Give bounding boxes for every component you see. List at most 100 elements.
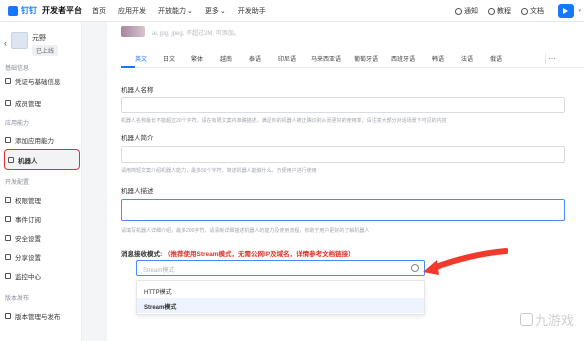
active-tab-indicator xyxy=(121,66,135,68)
book-icon xyxy=(488,7,495,15)
robot-avatar-preview xyxy=(121,26,145,37)
clock-icon xyxy=(411,264,419,272)
sidebar-item-security[interactable]: 安全设置 xyxy=(5,233,41,243)
mode-label-text: 消息接收模式: xyxy=(121,251,163,258)
nav-open-ability-label: 开放能力 xyxy=(158,7,186,15)
sidebar-item-add-ability[interactable]: 添加应用能力 xyxy=(5,135,54,145)
app-icon xyxy=(11,32,28,49)
top-right-tools: 通知 教程 文档 xyxy=(455,0,544,22)
sidebar-item-label: 版本管理与发布 xyxy=(15,314,61,321)
dingtalk-logo-icon xyxy=(8,5,18,16)
section-app-ability: 应用能力 xyxy=(5,121,30,127)
bell-icon xyxy=(455,7,462,15)
watermark-logo-icon xyxy=(519,313,533,326)
option-stream-mode[interactable]: Stream模式 xyxy=(137,298,424,313)
nav-app-dev[interactable]: 应用开发 xyxy=(118,6,146,16)
tab-malay[interactable]: 马来西亚语 xyxy=(311,54,341,63)
logo[interactable]: 钉钉 开发者平台 xyxy=(8,5,82,16)
back-arrow-icon[interactable]: ‹ xyxy=(4,38,7,48)
lock-icon xyxy=(5,197,11,203)
name-label: 机器人名称 xyxy=(121,87,154,94)
app-name: 元野 xyxy=(32,35,46,42)
select-placeholder: Stream模式 xyxy=(143,268,175,274)
sidebar-item-label: 成员管理 xyxy=(15,101,41,108)
sidebar-item-label: 权限管理 xyxy=(15,198,41,205)
robot-intro-input[interactable] xyxy=(121,146,565,163)
chevron-down-icon[interactable]: ▾ xyxy=(578,8,581,14)
tab-english[interactable]: 英文 xyxy=(135,54,147,63)
tab-traditional[interactable]: 繁体 xyxy=(191,54,203,63)
sidebar-item-label: 事件订阅 xyxy=(15,217,41,224)
app-info: 元野 已上线 xyxy=(32,32,59,56)
app-header: ‹ 元野 已上线 xyxy=(4,32,59,56)
tab-portuguese[interactable]: 葡萄牙语 xyxy=(354,54,378,63)
document-icon xyxy=(521,7,528,15)
status-badge: 已上线 xyxy=(32,45,59,56)
section-basic: 基础信息 xyxy=(5,66,30,72)
share-icon xyxy=(5,254,11,260)
logo-text: 钉钉 xyxy=(21,6,37,15)
docs-button[interactable]: 文档 xyxy=(521,6,544,16)
sidebar-item-share[interactable]: 分享设置 xyxy=(5,252,41,262)
sidebar-item-label: 安全设置 xyxy=(15,236,41,243)
upload-hint: ai, jpg, jpeg, 不超过2M, 可添加。 xyxy=(152,31,240,37)
tab-indonesian[interactable]: 印尼语 xyxy=(278,54,296,63)
sidebar-item-label: 监控中心 xyxy=(15,274,41,281)
notify-button[interactable]: 通知 xyxy=(455,6,478,16)
desc-label: 机器人描述 xyxy=(121,188,154,195)
message-mode-select[interactable]: Stream模式 xyxy=(136,260,425,276)
name-hint: 机器人名称最长不能超过20个字符，请在有限文案内准确描述，满足你的机器人被正确识… xyxy=(121,118,447,124)
main-nav: 首页 应用开发 开放能力⌄ 更多⌄ 开发助手 xyxy=(92,6,266,16)
key-icon xyxy=(5,78,11,84)
tab-korean[interactable]: 韩语 xyxy=(432,54,444,63)
tab-french[interactable]: 法语 xyxy=(461,54,473,63)
plus-square-icon xyxy=(5,137,11,143)
top-nav-bar: 钉钉 开发者平台 首页 应用开发 开放能力⌄ 更多⌄ 开发助手 通知 教程 文档… xyxy=(0,0,584,22)
tab-japanese[interactable]: 日文 xyxy=(163,54,175,63)
tab-russian[interactable]: 俄语 xyxy=(490,54,502,63)
monitor-icon xyxy=(5,273,11,279)
sidebar-item-label: 分享设置 xyxy=(15,255,41,262)
option-http-mode[interactable]: HTTP模式 xyxy=(137,283,424,298)
shield-icon xyxy=(5,235,11,241)
mode-hint: （推荐使用Stream模式，无需公网IP及域名，详情参考文档链接） xyxy=(163,251,355,258)
nav-open-ability[interactable]: 开放能力⌄ xyxy=(158,6,193,16)
tab-vietnamese[interactable]: 越南 xyxy=(220,54,232,63)
robot-description-textarea[interactable] xyxy=(121,199,565,221)
tab-spanish[interactable]: 西班牙语 xyxy=(391,54,415,63)
user-icon xyxy=(5,100,11,106)
sidebar-item-robot[interactable]: 机器人 xyxy=(4,149,80,170)
sidebar-item-permissions[interactable]: 权限管理 xyxy=(5,195,41,205)
sidebar-item-release[interactable]: 版本管理与发布 xyxy=(5,311,61,321)
nav-more-label: 更多 xyxy=(204,7,219,15)
sidebar-item-monitor[interactable]: 监控中心 xyxy=(5,271,41,281)
intro-label: 机器人简介 xyxy=(121,135,154,142)
section-version: 版本发布 xyxy=(5,296,30,302)
sidebar-item-events[interactable]: 事件订阅 xyxy=(5,214,41,224)
tutorial-button[interactable]: 教程 xyxy=(488,6,511,16)
bolt-icon xyxy=(5,216,11,222)
robot-name-input[interactable] xyxy=(121,97,565,113)
language-tabs: 英文 日文 繁体 越南 泰语 印尼语 马来西亚语 葡萄牙语 西班牙语 韩语 法语… xyxy=(121,52,584,68)
watermark: 九游戏 xyxy=(519,310,574,329)
sidebar-item-label: 添加应用能力 xyxy=(15,138,54,145)
section-dev-config: 开发配置 xyxy=(5,180,30,186)
avatar[interactable] xyxy=(558,4,574,18)
sidebar-item-label: 凭证与基础信息 xyxy=(15,79,61,86)
tab-thai[interactable]: 泰语 xyxy=(249,54,261,63)
nav-dev-assistant[interactable]: 开发助手 xyxy=(238,6,266,16)
desc-hint: 请填写机器人详细介绍，最多200字符，请清晰详细描述机器人的能力及使用流程，有助… xyxy=(121,228,370,234)
mode-dropdown: HTTP模式 Stream模式 xyxy=(136,280,425,315)
nav-more[interactable]: 更多⌄ xyxy=(205,6,226,16)
sidebar-item-credentials[interactable]: 凭证与基础信息 xyxy=(5,76,61,86)
sidebar: ‹ 元野 已上线 基础信息 凭证与基础信息 成员管理 应用能力 添加应用能力 机… xyxy=(0,22,82,341)
chevron-down-icon: ⌄ xyxy=(187,7,193,15)
intro-hint: 请用简短文案介绍机器人能力，最多50个字符，简述机器人能做什么，方便用户进行使用 xyxy=(121,168,317,174)
chevron-down-icon: ⌄ xyxy=(219,7,226,15)
sidebar-item-members[interactable]: 成员管理 xyxy=(5,98,41,108)
nav-home[interactable]: 首页 xyxy=(92,6,106,16)
mode-label: 消息接收模式: （推荐使用Stream模式，无需公网IP及域名，详情参考文档链接… xyxy=(121,248,355,258)
release-icon xyxy=(5,313,11,319)
red-arrow-annotation xyxy=(423,248,508,275)
more-tabs-button[interactable]: … xyxy=(546,52,558,66)
